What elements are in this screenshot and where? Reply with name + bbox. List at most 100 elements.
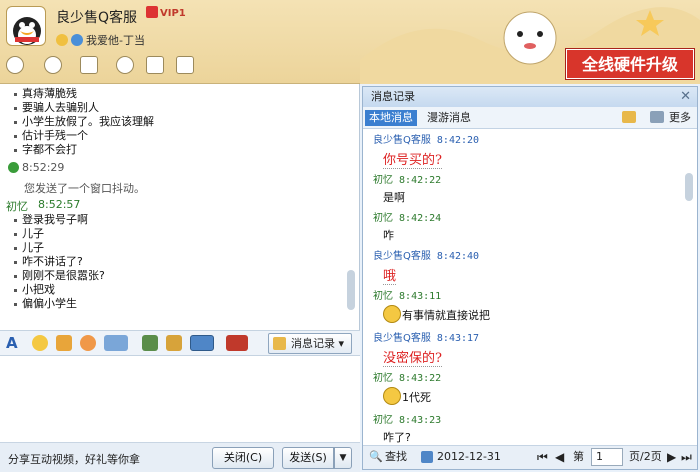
record-text: 你号买的? xyxy=(383,153,442,169)
record-meta: 良少售Q客服 8:42:40 xyxy=(373,247,479,262)
crown-icon xyxy=(146,6,158,18)
search-icon[interactable]: 🔍 xyxy=(369,446,383,468)
bullet xyxy=(14,261,17,264)
vip-badge: VIP1 xyxy=(146,6,186,19)
chat-line: 儿子 xyxy=(22,241,44,254)
record-text: 没密保的? xyxy=(383,351,442,367)
panel-tabs: 本地消息 漫游消息 更多 xyxy=(363,107,697,129)
record-sender: 初忆 xyxy=(373,175,393,186)
sender-name: 初忆 xyxy=(6,200,28,213)
add-contact-icon[interactable] xyxy=(116,56,134,74)
music-icon xyxy=(71,34,83,46)
chat-line: 刚刚不是很嚣张? xyxy=(22,269,105,282)
magic-emoji-icon[interactable] xyxy=(56,335,72,351)
file-transfer-icon[interactable] xyxy=(80,56,98,74)
record-message: 咋了? xyxy=(383,429,411,445)
record-time: 8:42:24 xyxy=(399,213,442,224)
chat-line: 儿子 xyxy=(22,227,44,240)
chat-scrollbar[interactable] xyxy=(347,270,355,310)
promo-link[interactable]: 分享互动视频，好礼等你拿 xyxy=(8,451,140,467)
bullet xyxy=(14,247,17,250)
record-message: 哦 xyxy=(383,265,397,285)
record-time: 8:42:22 xyxy=(399,175,442,186)
bullet xyxy=(14,233,17,236)
record-scrollbar[interactable] xyxy=(685,173,693,201)
calendar-icon[interactable] xyxy=(421,451,433,463)
close-icon[interactable]: ✕ xyxy=(680,87,691,107)
system-message: 您发送了一个窗口抖动。 xyxy=(24,182,145,195)
record-icon xyxy=(273,337,286,350)
record-sender: 良少售Q客服 xyxy=(373,135,431,146)
voice-call-icon[interactable] xyxy=(44,56,62,74)
chat-history: 真痔薄脆残 要骗人去骗别人 小学生放假了。我应该理解 估计手残一个 字都不会打 … xyxy=(0,84,360,330)
search-link[interactable]: 查找 xyxy=(385,446,407,468)
record-text: 哦 xyxy=(383,269,397,285)
message-time: 8:52:29 xyxy=(22,161,65,174)
bullet xyxy=(14,149,17,152)
app-menu-icon[interactable] xyxy=(176,56,194,74)
emoji-face-icon xyxy=(383,387,401,405)
qq-chat-window: 良少售Q客服 VIP1 我爱他-丁当 全线硬件升级 真痔薄脆残 要骗人去骗别人 … xyxy=(0,0,700,472)
screen-share-icon[interactable] xyxy=(146,56,164,74)
vip-label: VIP1 xyxy=(160,8,186,19)
emoji-icon[interactable] xyxy=(32,335,48,351)
message-record-button[interactable]: 消息记录 ▾ xyxy=(268,333,352,354)
gift-icon[interactable] xyxy=(226,335,248,351)
record-list: 良少售Q客服 8:42:20 你号买的? 初忆 8:42:22 是啊 初忆 8:42:2… xyxy=(363,129,697,445)
tab-roaming-messages[interactable]: 漫游消息 xyxy=(423,110,475,126)
date-label: 2012-12-31 xyxy=(437,450,501,463)
contact-name: 良少售Q客服 xyxy=(56,10,138,26)
bullet xyxy=(14,289,17,292)
promo-banner[interactable]: 全线硬件升级 xyxy=(566,49,694,79)
record-time: 8:43:11 xyxy=(399,291,442,302)
bullet xyxy=(14,303,17,306)
record-meta: 初忆 8:42:22 xyxy=(373,171,441,186)
send-options-dropdown[interactable]: ▼ xyxy=(334,447,352,469)
last-page-icon[interactable]: ⏭ xyxy=(681,446,692,468)
record-message: 有事情就直接说把 xyxy=(383,305,490,323)
record-meta: 良少售Q客服 8:42:20 xyxy=(373,131,479,146)
prev-page-icon[interactable]: ◀ xyxy=(555,446,564,468)
chat-line: 小把戏 xyxy=(22,283,55,296)
bullet xyxy=(14,121,17,124)
window-header: 良少售Q客服 VIP1 我爱他-丁当 全线硬件升级 xyxy=(0,0,700,84)
first-page-icon[interactable]: ⏮ xyxy=(537,446,548,468)
video-share-icon[interactable] xyxy=(190,335,214,351)
shake-icon[interactable] xyxy=(80,335,96,351)
close-button[interactable]: 关闭(C) xyxy=(212,447,274,469)
video-call-icon[interactable] xyxy=(6,56,24,74)
chat-line: 真痔薄脆残 xyxy=(22,87,77,100)
tab-local-messages[interactable]: 本地消息 xyxy=(365,110,417,126)
music-share-icon[interactable] xyxy=(166,335,182,351)
panel-footer: 🔍 查找 2012-12-31 ⏮ ◀ 第 1 页/2页 ▶ ⏭ xyxy=(363,445,697,469)
speaker-icon[interactable] xyxy=(649,111,664,123)
record-meta: 良少售Q客服 8:43:17 xyxy=(373,329,479,344)
signature-text: 我爱他-丁当 xyxy=(86,34,145,47)
sun-icon xyxy=(56,34,68,46)
send-button[interactable]: 发送(S) xyxy=(282,447,334,469)
contact-avatar[interactable] xyxy=(6,6,46,46)
record-text: 咋了? xyxy=(383,431,411,444)
message-input[interactable] xyxy=(0,356,360,442)
screenshot-icon[interactable] xyxy=(104,335,128,351)
chat-line: 咋不讲话了? xyxy=(22,255,83,268)
more-link[interactable]: 更多 xyxy=(669,111,691,124)
page-number-input[interactable]: 1 xyxy=(591,448,623,466)
panel-tools: 更多 xyxy=(622,110,691,126)
signature-line: 我爱他-丁当 xyxy=(56,32,145,48)
export-icon[interactable] xyxy=(622,111,636,123)
record-meta: 初忆 8:43:22 xyxy=(373,369,441,384)
font-icon[interactable]: A xyxy=(6,335,22,351)
check-icon xyxy=(8,162,19,173)
record-text: 1代死 xyxy=(402,391,431,404)
record-text: 咋 xyxy=(383,229,394,242)
chat-line: 估计手残一个 xyxy=(22,129,88,142)
record-time: 8:42:40 xyxy=(436,251,480,262)
next-page-icon[interactable]: ▶ xyxy=(667,446,676,468)
record-time: 8:43:22 xyxy=(399,373,442,384)
image-icon[interactable] xyxy=(142,335,158,351)
chat-line: 字都不会打 xyxy=(22,143,77,156)
bullet xyxy=(14,135,17,138)
bullet xyxy=(14,275,17,278)
record-sender: 初忆 xyxy=(373,291,393,302)
